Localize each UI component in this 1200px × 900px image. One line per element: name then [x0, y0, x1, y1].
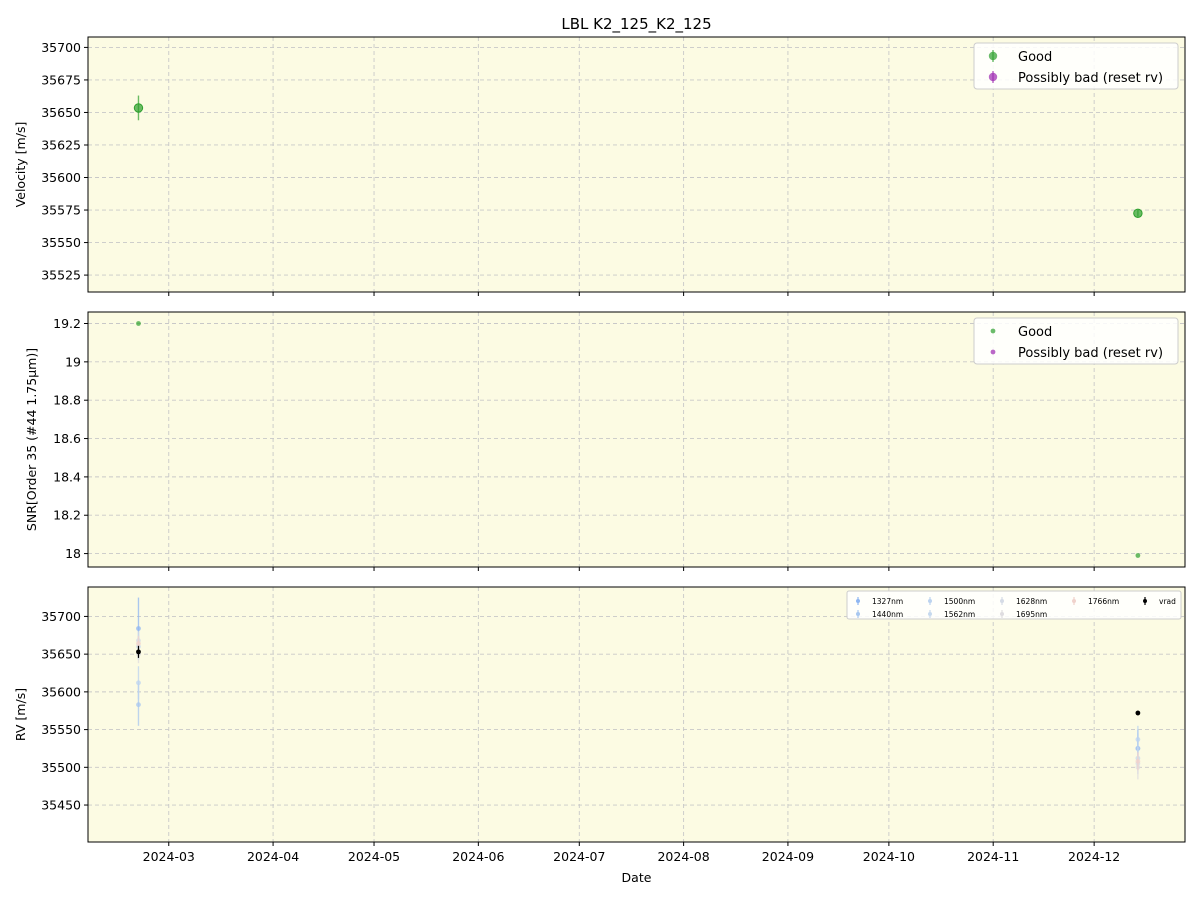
y-tick-label: 35550	[41, 235, 81, 250]
y-tick-label: 35525	[41, 268, 81, 283]
y-axis-label: SNR[Order 35 (#44 1.75μm)]	[24, 348, 39, 531]
legend-marker	[1000, 612, 1004, 616]
legend-marker	[1143, 599, 1147, 603]
data-point	[136, 626, 141, 631]
x-tick-label: 2024-08	[657, 849, 709, 864]
data-point	[1135, 553, 1141, 558]
y-tick-label: 35600	[41, 170, 81, 185]
legend-marker	[988, 72, 998, 82]
y-axis-label: RV [m/s]	[13, 688, 28, 741]
y-tick-label: 35650	[41, 105, 81, 120]
legend-marker	[990, 328, 996, 334]
legend-label: Good	[1018, 325, 1052, 340]
x-tick-label: 2024-10	[863, 849, 915, 864]
data-point	[1135, 710, 1141, 716]
data-point	[1135, 758, 1141, 764]
legend-label: 1695nm	[1016, 610, 1047, 619]
legend-label: Good	[1018, 50, 1052, 65]
y-tick-label: 35500	[41, 760, 81, 775]
data-point	[136, 680, 141, 686]
legend-label: 1500nm	[944, 597, 975, 606]
y-tick-label: 35650	[41, 647, 81, 662]
y-tick-label: 35625	[41, 137, 81, 152]
x-tick-label: 2024-03	[143, 849, 195, 864]
x-tick-label: 2024-04	[247, 849, 299, 864]
legend-label: vrad	[1159, 597, 1176, 606]
x-tick-label: 2024-09	[762, 849, 814, 864]
y-tick-label: 18.4	[53, 469, 81, 484]
legend-marker	[928, 612, 932, 616]
x-tick-label: 2024-07	[553, 849, 605, 864]
data-point	[136, 321, 141, 326]
plot-background	[88, 587, 1185, 842]
legend-marker	[1072, 599, 1076, 603]
data-point	[136, 641, 141, 646]
legend-label: 1440nm	[872, 610, 903, 619]
x-tick-label: 2024-05	[348, 849, 400, 864]
data-point	[136, 702, 141, 708]
chart-panels: 35525 35550 35575 35600 35625 35650 35675 35700…	[13, 36, 1186, 864]
y-tick-label: 18.2	[53, 508, 81, 523]
panel-3: 2024-03 2024-04 2024-05 2024-06 2024-07 2024-…	[13, 586, 1186, 864]
y-tick-label: 35575	[41, 203, 81, 218]
legend-label: Possibly bad (reset rv)	[1018, 346, 1163, 361]
y-tick-label: 35700	[41, 609, 81, 624]
x-tick-label: 2024-06	[452, 849, 504, 864]
y-tick-label: 35675	[41, 72, 81, 87]
legend-marker	[1000, 599, 1004, 603]
legend-label: Possibly bad (reset rv)	[1018, 71, 1163, 86]
data-point	[1133, 208, 1143, 218]
y-axis-label: Velocity [m/s]	[13, 122, 28, 208]
panel-1: 35525 35550 35575 35600 35625 35650 35675 35700…	[13, 36, 1186, 296]
y-tick-label: 18.6	[53, 431, 81, 446]
y-tick-label: 35550	[41, 722, 81, 737]
data-point	[133, 103, 144, 113]
legend-label: 1562nm	[944, 610, 975, 619]
y-tick-label: 18	[65, 546, 81, 561]
legend-label: 1327nm	[872, 597, 903, 606]
x-tick-label: 2024-11	[967, 849, 1019, 864]
y-tick-label: 19	[65, 354, 81, 369]
legend-label: 1628nm	[1016, 597, 1047, 606]
x-axis-label: Date	[622, 870, 652, 885]
chart-figure: LBL K2_125_K2_125 Date 35525355503557535…	[13, 15, 1186, 885]
legend-label: 1766nm	[1088, 597, 1119, 606]
data-point	[136, 649, 141, 655]
data-point	[1135, 736, 1141, 742]
legend-marker	[856, 612, 860, 616]
chart-title: LBL K2_125_K2_125	[561, 15, 711, 34]
y-tick-label: 35450	[41, 798, 81, 813]
panel-2: 18 18.2 18.4 18.6 18.8 19 19.2 SNR[Order 35 (#4…	[24, 311, 1186, 571]
legend-marker	[990, 349, 996, 355]
legend-marker	[928, 599, 932, 603]
x-tick-label: 2024-12	[1068, 849, 1120, 864]
legend-marker	[988, 51, 998, 61]
y-tick-label: 18.8	[53, 393, 81, 408]
y-tick-label: 35600	[41, 684, 81, 699]
y-tick-label: 19.2	[53, 316, 81, 331]
legend-marker	[856, 599, 860, 603]
y-tick-label: 35700	[41, 40, 81, 55]
